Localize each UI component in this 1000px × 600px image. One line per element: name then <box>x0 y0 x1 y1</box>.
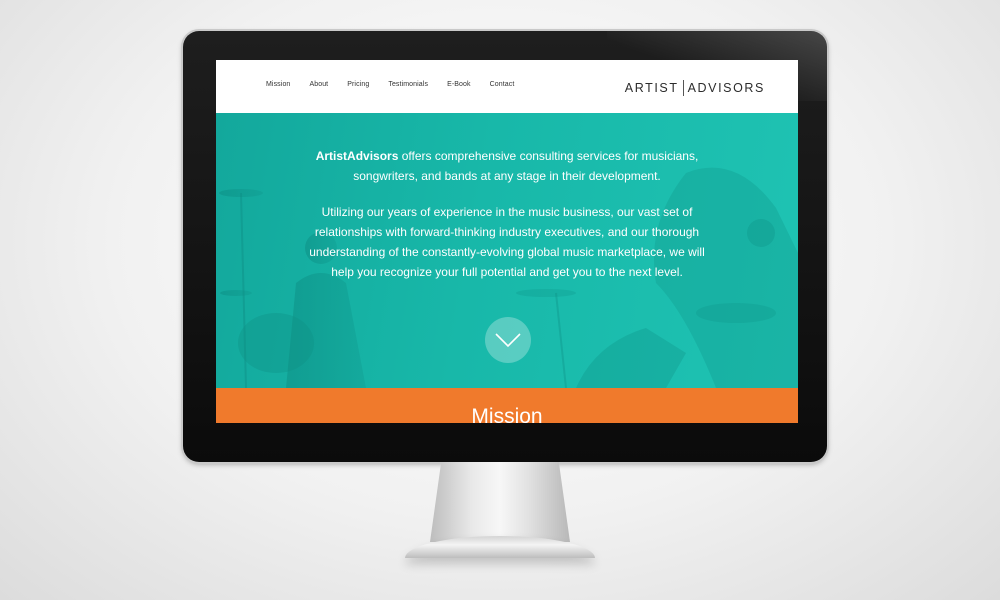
hero-para2-line-2: relationships with forward-thinking indu… <box>314 225 700 239</box>
mission-section: Mission <box>216 388 798 423</box>
mission-heading: Mission <box>471 405 543 423</box>
hero-para2-line-1: Utilizing our years of experience in the… <box>321 205 693 219</box>
hero-paragraph-2: Utilizing our years of experience in the… <box>216 202 798 282</box>
logo-word-artist: ARTIST <box>624 81 679 95</box>
hero-line-1: offers comprehensive consulting services… <box>398 149 699 163</box>
chevron-down-icon <box>495 333 521 348</box>
navbar: Mission About Pricing Testimonials E-Boo… <box>216 60 798 113</box>
monitor-stand-neck <box>430 462 570 542</box>
nav-link-mission[interactable]: Mission <box>266 81 290 88</box>
hero-paragraph-1: ArtistAdvisors offers comprehensive cons… <box>216 146 798 186</box>
nav-link-about[interactable]: About <box>309 81 328 88</box>
nav-link-contact[interactable]: Contact <box>490 81 515 88</box>
hero-para2-line-3: understanding of the constantly-evolving… <box>309 245 705 259</box>
nav-link-testimonials[interactable]: Testimonials <box>388 81 428 88</box>
website-screen: Mission About Pricing Testimonials E-Boo… <box>216 60 798 423</box>
hero-line-2: songwriters, and bands at any stage in t… <box>353 169 661 183</box>
nav-link-pricing[interactable]: Pricing <box>347 81 369 88</box>
nav-link-ebook[interactable]: E-Book <box>447 81 471 88</box>
hero-section: ArtistAdvisors offers comprehensive cons… <box>216 113 798 388</box>
logo-word-advisors: ADVISORS <box>687 81 765 95</box>
hero-brand-name: ArtistAdvisors <box>315 149 399 163</box>
scroll-down-button[interactable] <box>485 317 531 363</box>
hero-intro: ArtistAdvisors offers comprehensive cons… <box>216 146 798 298</box>
nav-links: Mission About Pricing Testimonials E-Boo… <box>266 81 533 88</box>
logo[interactable]: ARTIST ADVISORS <box>625 80 765 96</box>
logo-divider <box>682 80 684 96</box>
hero-para2-line-4: help you recognize your full potential a… <box>331 265 683 279</box>
